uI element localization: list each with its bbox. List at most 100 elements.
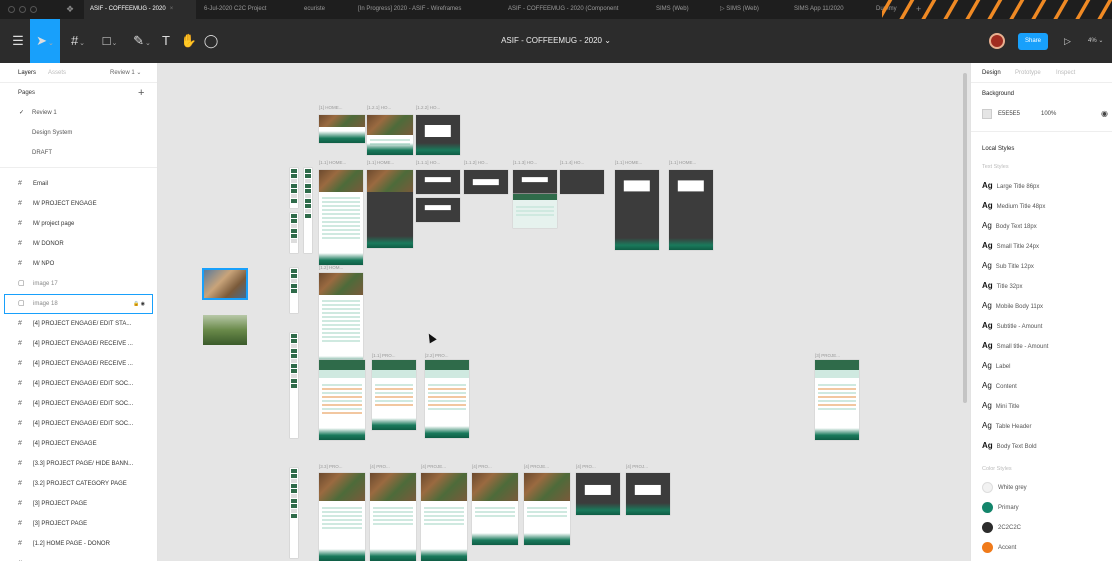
page-item[interactable]: ✓ Review 1 (0, 103, 157, 123)
document-title[interactable]: ASIF - COFFEEMUG - 2020 ⌄ (501, 36, 611, 45)
frame-label[interactable]: [4] PRO... (370, 464, 390, 469)
background-swatch[interactable] (982, 109, 992, 119)
layer-item[interactable]: # [4] PROJECT ENGAGE/ EDIT STA... (0, 314, 157, 334)
tab-file[interactable]: ▷ SIMS (Web) (714, 0, 774, 19)
tab-inspect[interactable]: Inspect (1056, 63, 1075, 83)
text-style-item[interactable]: Ag Subtitle - Amount (971, 316, 1112, 336)
hand-tool-icon[interactable]: ✋ (180, 19, 198, 63)
text-style-item[interactable]: Ag Sub Title 12px (971, 256, 1112, 276)
layer-item[interactable]: # [3.3] PROJECT PAGE/ HIDE BANN... (0, 454, 157, 474)
design-frame[interactable] (815, 360, 859, 440)
design-frame[interactable] (669, 170, 713, 250)
layer-item[interactable]: # M/ NPO (0, 254, 157, 274)
design-frame[interactable] (319, 273, 363, 368)
canvas-scrollbar[interactable] (963, 73, 967, 403)
tab-prototype[interactable]: Prototype (1015, 63, 1041, 83)
design-frame[interactable] (513, 170, 557, 194)
design-frame[interactable] (513, 194, 557, 228)
frame-label[interactable]: [2.2] PRO... (425, 353, 449, 358)
frame-tool-icon[interactable]: #⌄ (64, 19, 92, 63)
layer-item[interactable]: ▢ image 17 (0, 274, 157, 294)
tab-file[interactable]: [In Progress] 2020 - ASIF - Wireframes (352, 0, 485, 19)
tab-file[interactable]: ASIF - COFFEEMUG - 2020 × (84, 0, 196, 19)
layer-item[interactable]: # [3] PROJECT PAGE (0, 494, 157, 514)
tab-file[interactable]: 6-Jul-2020 C2C Project (198, 0, 293, 19)
layer-item[interactable]: ▢ image 18 🔒 ◉ (4, 294, 153, 314)
frame-label[interactable]: [4] PROJ... (626, 464, 648, 469)
text-style-item[interactable]: Ag Medium Title 48px (971, 196, 1112, 216)
comment-tool-icon[interactable]: ◯ (202, 19, 220, 63)
frame-label[interactable]: [1.1] PRO... (372, 353, 396, 358)
frame-label[interactable]: [1] HOME... (319, 105, 343, 110)
frame-label[interactable]: [4] PRO... (472, 464, 492, 469)
layer-item[interactable]: # Email (0, 174, 157, 194)
tab-file[interactable]: SIMS App 11/2020 (788, 0, 858, 19)
design-frame[interactable] (472, 473, 518, 545)
frame-label[interactable]: [1.1] HOME... (367, 160, 394, 165)
move-tool-icon[interactable]: ➤⌄ (30, 19, 60, 63)
layer-item[interactable]: # [4] PROJECT ENGAGE/ EDIT SOC... (0, 414, 157, 434)
frame-label[interactable]: [1.2] HOM... (319, 265, 343, 270)
frame-label[interactable]: [1.1] HOME... (615, 160, 642, 165)
mobile-frame[interactable] (290, 168, 298, 208)
design-frame[interactable] (416, 170, 460, 194)
layer-item[interactable]: # [1.2] HOME PAGE - DONOR (0, 534, 157, 554)
layer-item[interactable]: # [4] PROJECT ENGAGE/ RECEIVE ... (0, 354, 157, 374)
text-style-item[interactable]: Ag Small title - Amount (971, 336, 1112, 356)
lock-visibility-icon[interactable]: 🔒 ◉ (133, 294, 145, 314)
layer-item[interactable]: # [4] PROJECT ENGAGE (0, 434, 157, 454)
design-frame[interactable] (524, 473, 570, 545)
design-frame[interactable] (576, 473, 620, 515)
text-style-item[interactable]: Ag Table Header (971, 416, 1112, 436)
tab-assets[interactable]: Assets (48, 63, 66, 83)
tab-file[interactable]: SIMS (Web) (650, 0, 700, 19)
layer-item[interactable]: #[1.1.2] HOME PAGE - NPO - Ver2 ... (0, 554, 157, 561)
shape-tool-icon[interactable]: □⌄ (96, 19, 124, 63)
frame-label[interactable]: [1.1.1] HO... (416, 160, 440, 165)
design-frame[interactable] (319, 360, 365, 440)
design-frame[interactable] (319, 170, 363, 265)
mobile-frame[interactable] (290, 213, 298, 253)
share-button[interactable]: Share (1018, 33, 1048, 50)
add-page-icon[interactable]: + (138, 83, 144, 103)
page-item[interactable]: DRAFT (0, 143, 157, 163)
pen-tool-icon[interactable]: ✎⌄ (128, 19, 156, 63)
design-frame[interactable] (615, 170, 659, 250)
layer-item[interactable]: # [3.2] PROJECT CATEGORY PAGE (0, 474, 157, 494)
window-controls[interactable] (8, 6, 37, 13)
mobile-frame[interactable] (290, 333, 298, 438)
frame-label[interactable]: [1.2.1] HO... (367, 105, 391, 110)
design-frame[interactable] (626, 473, 670, 515)
design-frame[interactable] (464, 170, 508, 194)
layer-item[interactable]: # [4] PROJECT ENGAGE/ EDIT SOC... (0, 394, 157, 414)
tab-file[interactable]: ASIF - COFFEEMUG - 2020 (Component (502, 0, 632, 19)
canvas[interactable]: [1] HOME... [1.2.1] HO... [1.2.2] HO... … (158, 63, 970, 561)
background-opacity-input[interactable]: 100% (1041, 103, 1056, 125)
design-frame[interactable] (367, 115, 413, 155)
layer-item[interactable]: # [3] PROJECT PAGE (0, 514, 157, 534)
frame-label[interactable]: [1.1] HOME... (319, 160, 346, 165)
color-style-item[interactable]: Accent (971, 538, 1112, 558)
frame-label[interactable]: [4] PRO... (576, 464, 596, 469)
frame-label[interactable]: [1.1] HOME... (669, 160, 696, 165)
design-frame[interactable] (560, 170, 604, 194)
eye-icon[interactable]: ◉ (1101, 103, 1108, 125)
frame-label[interactable]: [1.2.2] HO... (416, 105, 440, 110)
color-style-item[interactable]: 2C2C2C (971, 518, 1112, 538)
layer-item[interactable]: # M/ DONOR (0, 234, 157, 254)
design-frame[interactable] (416, 115, 460, 155)
text-style-item[interactable]: Ag Body Text 18px (971, 216, 1112, 236)
mobile-frame[interactable] (290, 268, 298, 313)
design-frame[interactable] (370, 473, 416, 561)
page-selector[interactable]: Review 1 ⌄ (110, 63, 141, 83)
close-icon[interactable]: × (170, 6, 174, 12)
avatar[interactable] (989, 33, 1005, 49)
mobile-frame[interactable] (304, 168, 312, 253)
background-hex-input[interactable]: E5E5E5 (998, 103, 1020, 125)
text-style-item[interactable]: Ag Large Title 86px (971, 176, 1112, 196)
image-18[interactable] (202, 268, 248, 300)
design-frame[interactable] (372, 360, 416, 430)
menu-icon[interactable]: ☰ (8, 19, 28, 63)
text-style-item[interactable]: Ag Body Text Bold (971, 436, 1112, 456)
present-icon[interactable]: ▷ (1064, 33, 1071, 50)
